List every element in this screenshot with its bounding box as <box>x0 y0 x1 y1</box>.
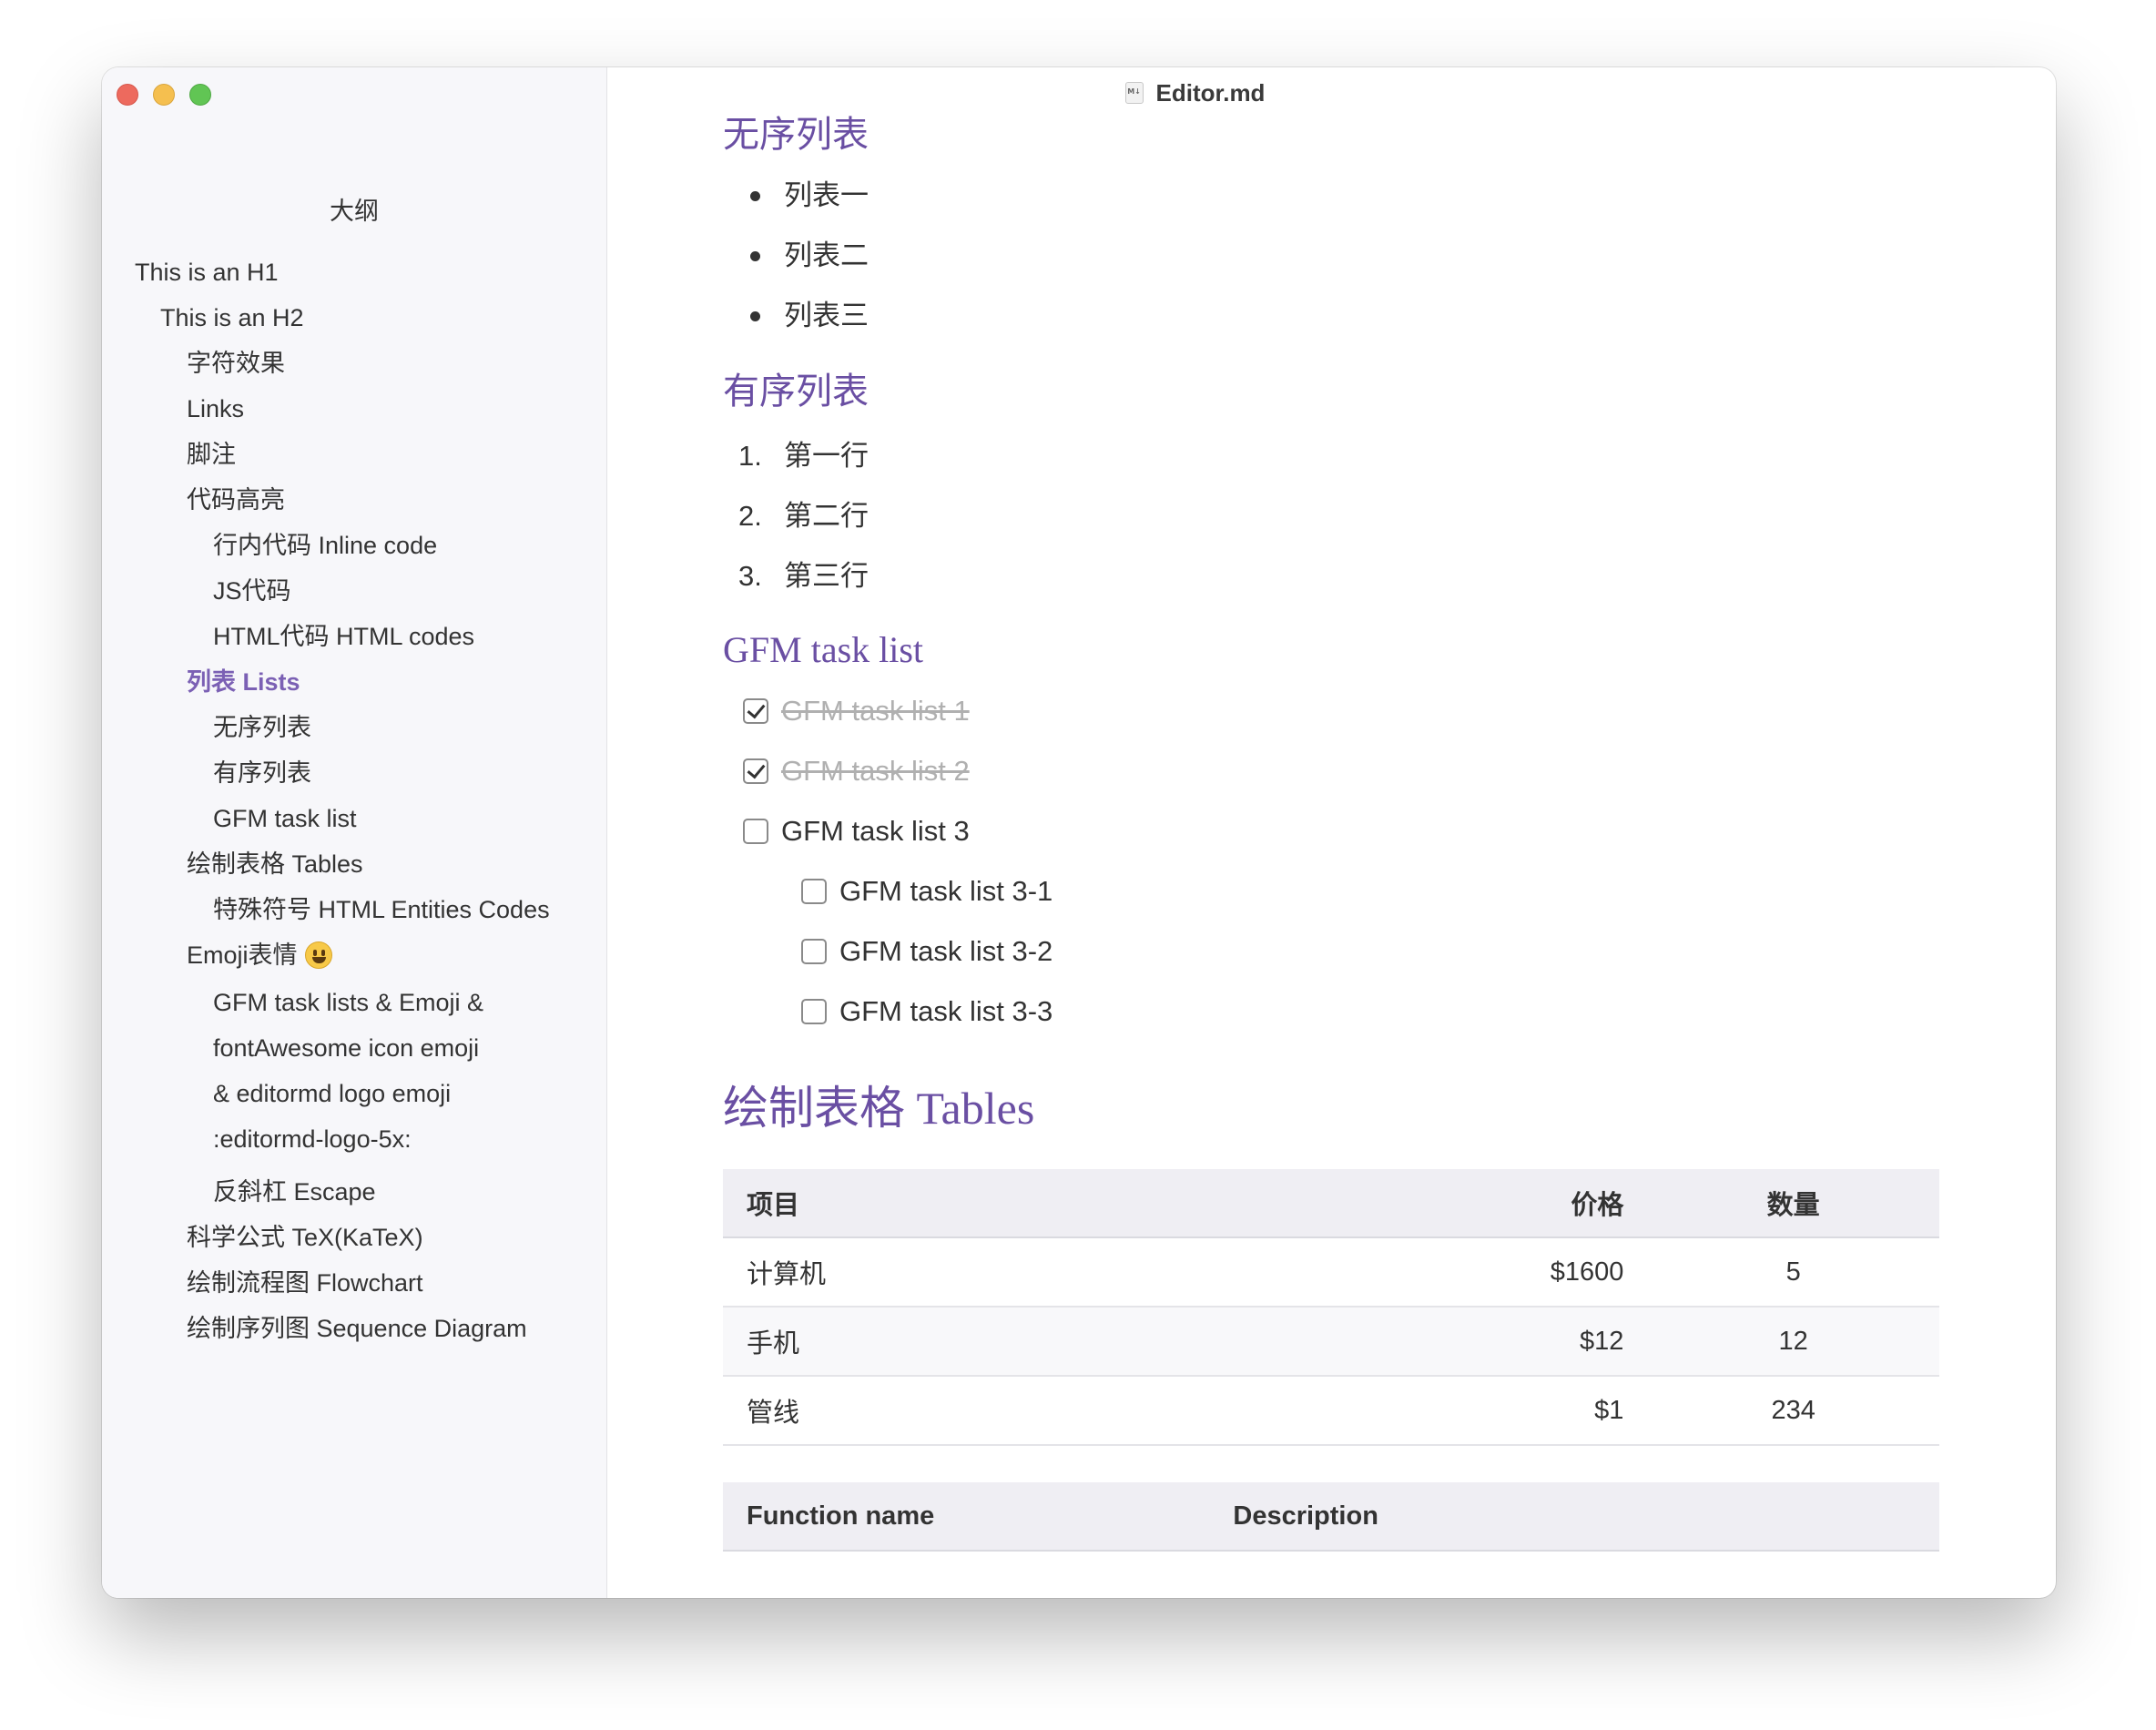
table-cell: $1 <box>1452 1376 1648 1446</box>
heading-task-list: GFM task list <box>723 629 924 670</box>
bullet-icon <box>750 311 760 321</box>
table-cell: $12 <box>1452 1307 1648 1377</box>
bullet-icon <box>750 191 760 201</box>
outline-item[interactable]: 字符效果 <box>102 341 606 386</box>
close-window-button[interactable] <box>117 84 138 106</box>
unordered-list: 列表一 列表二 列表三 <box>723 166 1939 346</box>
list-item: 1. 第一行 <box>723 426 1939 486</box>
outline-item[interactable]: 科学公式 TeX(KaTeX) <box>102 1215 606 1260</box>
table-header-cell: 价格 <box>1452 1169 1648 1237</box>
document-body: 无序列表 列表一 列表二 列表三 有序列表 1. 第一行 2. 第二行 3. 第三行 … <box>723 107 1939 1552</box>
outline-item[interactable]: 脚注 <box>102 432 606 477</box>
outline-item[interactable]: JS代码 <box>102 568 606 614</box>
task-list: GFM task list 1 GFM task list 2 GFM task… <box>723 681 1939 1042</box>
outline-item[interactable]: 反斜杠 Escape <box>102 1169 606 1215</box>
heading-ordered-list: 有序列表 <box>723 371 869 412</box>
table-cell: 手机 <box>723 1307 1453 1377</box>
outline-item[interactable]: This is an H2 <box>102 295 606 341</box>
ordered-list: 1. 第一行 2. 第二行 3. 第三行 <box>723 426 1939 606</box>
table-header-cell: 数量 <box>1647 1169 1939 1237</box>
outline-item[interactable]: 代码高亮 <box>102 477 606 523</box>
list-item: 列表三 <box>723 286 1939 346</box>
table-row: 手机 $12 12 <box>723 1307 1939 1377</box>
list-item: 列表一 <box>723 166 1939 226</box>
outline-item-label: Emoji表情 <box>187 941 298 969</box>
task-item: GFM task list 3-2 <box>723 921 1939 982</box>
outline-item-emoji[interactable]: Emoji表情 <box>102 932 606 978</box>
app-window: M↓ Editor.md 大纲 This is an H1 This is an… <box>102 67 2056 1598</box>
task-item: GFM task list 2 <box>723 741 1939 801</box>
table-header-row: Function name Description <box>723 1482 1939 1551</box>
title-bar: M↓ Editor.md <box>607 67 2056 118</box>
list-item: 列表二 <box>723 226 1939 286</box>
list-number: 3. <box>738 560 762 592</box>
traffic-lights <box>117 84 211 106</box>
table-header-cell: 项目 <box>723 1169 1453 1237</box>
outline-item-active[interactable]: 列表 Lists <box>102 659 606 705</box>
task-item: GFM task list 3-3 <box>723 982 1939 1042</box>
document-content[interactable]: 无序列表 列表一 列表二 列表三 有序列表 1. 第一行 2. 第二行 3. 第三行 … <box>607 67 2056 1598</box>
outline-item[interactable]: 无序列表 <box>102 705 606 750</box>
outline-item[interactable]: 特殊符号 HTML Entities Codes <box>102 887 606 932</box>
outline-item[interactable]: HTML代码 HTML codes <box>102 614 606 659</box>
zoom-window-button[interactable] <box>189 84 211 106</box>
outline-item[interactable]: Links <box>102 386 606 432</box>
task-checkbox-checked[interactable] <box>743 758 768 784</box>
table-header-cell: Description <box>1209 1482 1939 1551</box>
task-checkbox[interactable] <box>801 939 827 964</box>
table-row: 计算机 $1600 5 <box>723 1237 1939 1308</box>
list-item: 3. 第三行 <box>723 546 1939 606</box>
outline-item[interactable]: 绘制流程图 Flowchart <box>102 1260 606 1306</box>
list-item: 2. 第二行 <box>723 486 1939 546</box>
list-number: 2. <box>738 500 762 532</box>
table-cell: 管线 <box>723 1376 1453 1446</box>
task-item: GFM task list 3-1 <box>723 861 1939 921</box>
table-cell: 计算机 <box>723 1237 1453 1308</box>
outline-sidebar: 大纲 This is an H1 This is an H2 字符效果 Link… <box>102 67 607 1598</box>
list-number: 1. <box>738 440 762 472</box>
task-checkbox-checked[interactable] <box>743 698 768 724</box>
function-table: Function name Description <box>723 1482 1939 1552</box>
table-row: 管线 $1 234 <box>723 1376 1939 1446</box>
outline-item[interactable]: 绘制表格 Tables <box>102 841 606 887</box>
table-header-row: 项目 价格 数量 <box>723 1169 1939 1237</box>
window-title: Editor.md <box>1155 78 1266 107</box>
price-table: 项目 价格 数量 计算机 $1600 5 手机 $12 12 管线 $1 234 <box>723 1169 1939 1446</box>
smiley-emoji-icon <box>304 941 332 969</box>
task-item: GFM task list 1 <box>723 681 1939 741</box>
task-item: GFM task list 3 <box>723 801 1939 861</box>
outline-list: This is an H1 This is an H2 字符效果 Links 脚… <box>102 249 606 1351</box>
table-cell: 12 <box>1647 1307 1939 1377</box>
task-checkbox[interactable] <box>801 879 827 904</box>
bullet-icon <box>750 251 760 261</box>
heading-tables: 绘制表格 Tables <box>723 1083 1035 1134</box>
table-cell: $1600 <box>1452 1237 1648 1308</box>
sidebar-title: 大纲 <box>330 198 379 225</box>
task-checkbox[interactable] <box>743 819 768 844</box>
outline-item[interactable]: GFM task list <box>102 796 606 841</box>
outline-item[interactable]: 行内代码 Inline code <box>102 523 606 568</box>
minimize-window-button[interactable] <box>153 84 175 106</box>
table-cell: 5 <box>1647 1237 1939 1308</box>
table-header-cell: Function name <box>723 1482 1210 1551</box>
task-checkbox[interactable] <box>801 999 827 1024</box>
outline-item[interactable]: 有序列表 <box>102 750 606 796</box>
outline-item[interactable]: This is an H1 <box>102 249 606 295</box>
outline-item[interactable]: 绘制序列图 Sequence Diagram <box>102 1306 606 1351</box>
outline-item[interactable]: GFM task lists & Emoji & fontAwesome ico… <box>102 978 486 1169</box>
table-cell: 234 <box>1647 1376 1939 1446</box>
markdown-file-icon: M↓ <box>1124 82 1144 104</box>
